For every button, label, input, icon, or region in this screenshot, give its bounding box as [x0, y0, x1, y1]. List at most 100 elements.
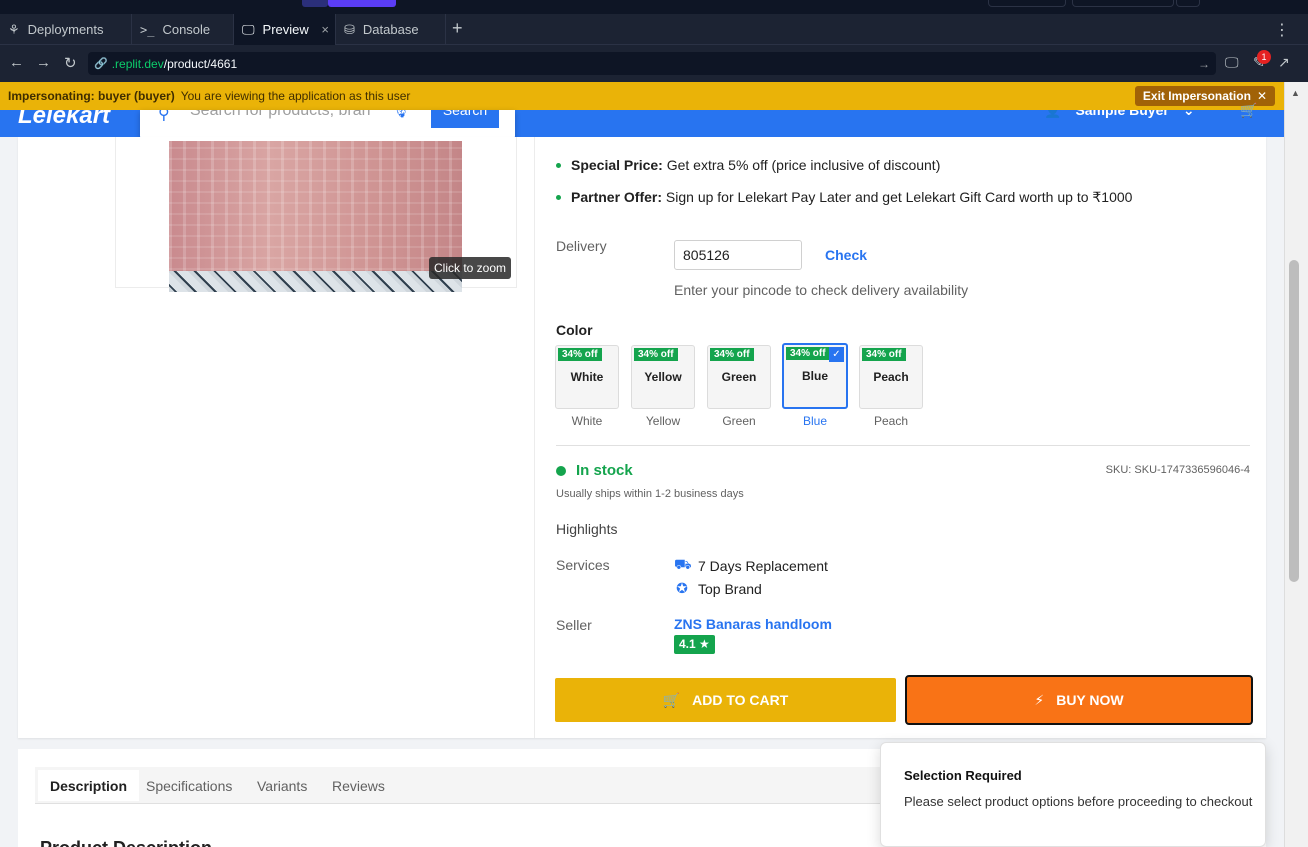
- tab-preview[interactable]: 🖵 Preview ×: [234, 14, 336, 45]
- offer-item: Partner Offer: Sign up for Lelekart Pay …: [556, 189, 1132, 206]
- pincode-input[interactable]: [674, 240, 802, 270]
- offer-title: Special Price:: [571, 157, 663, 173]
- offer-text: Get extra 5% off (price inclusive of dis…: [662, 157, 941, 173]
- tab-label: Description: [50, 777, 128, 794]
- ide-top-strip: [0, 0, 1308, 14]
- tab-label: Variants: [257, 777, 308, 794]
- cart-icon[interactable]: 🛒: [1240, 102, 1257, 119]
- tab-console[interactable]: >_ Console: [132, 14, 234, 45]
- check-pincode-button[interactable]: Check: [825, 247, 867, 263]
- tab-label: Console: [162, 22, 211, 37]
- color-label: Color: [556, 322, 593, 338]
- tab-database[interactable]: ⛁ Database: [336, 14, 446, 45]
- tab-deployments[interactable]: ⚘ Deployments: [0, 14, 132, 45]
- page-scrollbar[interactable]: ▲: [1284, 82, 1308, 847]
- color-option-green[interactable]: 34% off Green: [707, 345, 771, 409]
- user-icon: 👤: [1044, 110, 1062, 118]
- color-option-text: Blue: [801, 369, 828, 383]
- tab-label: Specifications: [146, 777, 233, 794]
- open-new-window-icon[interactable]: ↗: [1278, 54, 1290, 71]
- service-text: 7 Days Replacement: [698, 557, 828, 574]
- stock-text: In stock: [576, 462, 633, 479]
- lightning-icon: ⚡: [1034, 691, 1045, 708]
- star-icon: ★: [699, 637, 710, 651]
- ide-top-control[interactable]: [1072, 0, 1174, 7]
- scrollbar-thumb[interactable]: [1289, 260, 1299, 582]
- tab-reviews[interactable]: Reviews: [320, 770, 397, 801]
- search-input[interactable]: Search for products, brands and more: [190, 110, 370, 120]
- check-icon: ✓: [829, 347, 844, 362]
- delivery-label: Delivery: [556, 238, 607, 254]
- service-item: ⛟ 7 Days Replacement: [674, 556, 828, 575]
- preview-icon: 🖵: [242, 21, 255, 37]
- seller-label: Seller: [556, 617, 592, 633]
- tab-specifications[interactable]: Specifications: [134, 770, 244, 801]
- deployments-icon: ⚘: [8, 21, 20, 37]
- notification-badge: 1: [1257, 50, 1271, 64]
- ide-top-control[interactable]: [988, 0, 1066, 7]
- color-option-text: Yellow: [644, 370, 682, 384]
- search-button[interactable]: Search: [431, 110, 499, 128]
- tab-description[interactable]: Description: [38, 770, 140, 801]
- color-option-text: Peach: [873, 370, 909, 384]
- url-input[interactable]: 🔗 .replit.dev /product/4661 →: [88, 52, 1216, 75]
- color-name: Green: [722, 414, 756, 428]
- ide-top-control[interactable]: [1176, 0, 1200, 7]
- selection-required-toast[interactable]: Selection Required Please select product…: [880, 742, 1266, 847]
- award-icon: ✪: [676, 580, 688, 596]
- add-to-cart-label: ADD TO CART: [692, 692, 789, 708]
- reload-icon[interactable]: ↻: [64, 54, 77, 72]
- seller-rating-badge: 4.1 ★: [674, 635, 715, 654]
- back-icon[interactable]: ←: [9, 54, 24, 71]
- discount-badge: 34% off: [634, 348, 678, 361]
- color-name: Peach: [873, 414, 909, 428]
- truck-icon: ⛟: [674, 556, 692, 572]
- shipping-info: Usually ships within 1-2 business days: [556, 488, 744, 500]
- more-options-icon[interactable]: ⋮: [1274, 20, 1290, 40]
- user-menu[interactable]: 👤 Sample Buyer ⌄: [1044, 110, 1195, 137]
- color-option-peach[interactable]: 34% off Peach: [859, 345, 923, 409]
- tab-label: Deployments: [27, 22, 104, 37]
- pincode-help-text: Enter your pincode to check delivery ava…: [674, 282, 969, 298]
- devices-icon[interactable]: 🖵: [1225, 54, 1239, 71]
- offer-title: Partner Offer:: [571, 189, 663, 205]
- database-icon: ⛁: [344, 21, 355, 37]
- services-label: Services: [556, 557, 610, 573]
- url-domain: .replit.dev: [111, 56, 164, 71]
- section-divider: [556, 445, 1250, 446]
- url-path: /product/4661: [163, 56, 238, 71]
- product-image[interactable]: [169, 141, 462, 292]
- offer-text: Sign up for Lelekart Pay Later and get L…: [662, 189, 1133, 205]
- description-heading: Product Description: [40, 838, 212, 847]
- color-option-white[interactable]: 34% off White: [555, 345, 619, 409]
- search-bar[interactable]: ⚲ Search for products, brands and more 🎙…: [140, 110, 515, 140]
- color-option-text: Green: [721, 370, 757, 384]
- bullet-icon: [556, 162, 561, 168]
- color-option-yellow[interactable]: 34% off Yellow: [631, 345, 695, 409]
- ide-tab-bar: ⚘ Deployments >_ Console 🖵 Preview × ⛁ D…: [0, 14, 1308, 45]
- color-option-blue[interactable]: 34% off ✓ Blue: [782, 343, 848, 409]
- toast-title: Selection Required: [904, 768, 1022, 783]
- product-image-background-cloth: [169, 271, 462, 292]
- ide-top-run-pill[interactable]: [328, 0, 396, 7]
- tab-variants[interactable]: Variants: [245, 770, 319, 801]
- exit-impersonation-label: Exit Impersonation: [1142, 89, 1251, 103]
- tab-label: Database: [362, 22, 419, 37]
- open-url-icon[interactable]: →: [1198, 57, 1210, 71]
- sku-text: SKU: SKU-1747336596046-4: [1105, 464, 1250, 476]
- column-divider: [534, 137, 535, 738]
- mic-icon[interactable]: 🎙: [392, 110, 410, 119]
- buy-now-button[interactable]: ⚡ BUY NOW: [905, 675, 1253, 725]
- scroll-up-icon[interactable]: ▲: [1291, 88, 1300, 98]
- discount-badge: 34% off: [710, 348, 754, 361]
- close-tab-icon[interactable]: ×: [321, 22, 329, 37]
- ide-top-pill[interactable]: [302, 0, 328, 7]
- close-icon: ✕: [1256, 89, 1267, 103]
- link-icon: 🔗: [94, 58, 108, 70]
- console-icon: >_: [140, 22, 155, 37]
- site-logo[interactable]: Lelekart: [18, 110, 110, 130]
- seller-link[interactable]: ZNS Banaras handloom: [674, 616, 832, 632]
- forward-icon[interactable]: →: [36, 54, 51, 71]
- add-to-cart-button[interactable]: 🛒 ADD TO CART: [555, 678, 896, 722]
- new-tab-button[interactable]: +: [452, 18, 463, 39]
